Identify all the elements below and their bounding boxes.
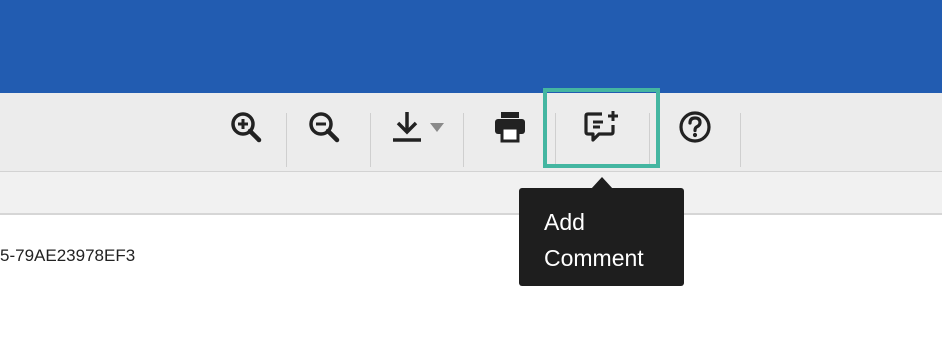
toolbar-separator: [286, 113, 287, 167]
help-button[interactable]: [675, 109, 715, 145]
chevron-down-icon: [430, 123, 444, 132]
download-icon: [393, 112, 421, 142]
document-content: 5-79AE23978EF3: [0, 215, 942, 344]
add-comment-tooltip: Add Comment: [519, 188, 684, 286]
secondary-bar: [0, 172, 942, 215]
toolbar-separator: [740, 113, 741, 167]
toolbar-separator: [463, 113, 464, 167]
tooltip-text-line1: Add: [544, 209, 585, 235]
tooltip-text-line2: Comment: [544, 245, 644, 271]
focus-highlight: [543, 88, 660, 168]
zoom-in-icon: [231, 112, 262, 143]
download-button[interactable]: [386, 109, 448, 145]
zoom-out-icon: [309, 112, 340, 143]
help-icon: [679, 111, 711, 143]
document-id-text: 5-79AE23978EF3: [0, 246, 136, 265]
zoom-out-button[interactable]: [304, 109, 344, 145]
pdf-viewer: 5-79AE23978EF3 Add Comment: [0, 0, 942, 344]
zoom-in-button[interactable]: [226, 109, 266, 145]
print-button[interactable]: [489, 109, 531, 145]
header-bar: [0, 0, 942, 93]
toolbar: [0, 93, 942, 172]
print-icon: [495, 112, 525, 143]
toolbar-separator: [370, 113, 371, 167]
